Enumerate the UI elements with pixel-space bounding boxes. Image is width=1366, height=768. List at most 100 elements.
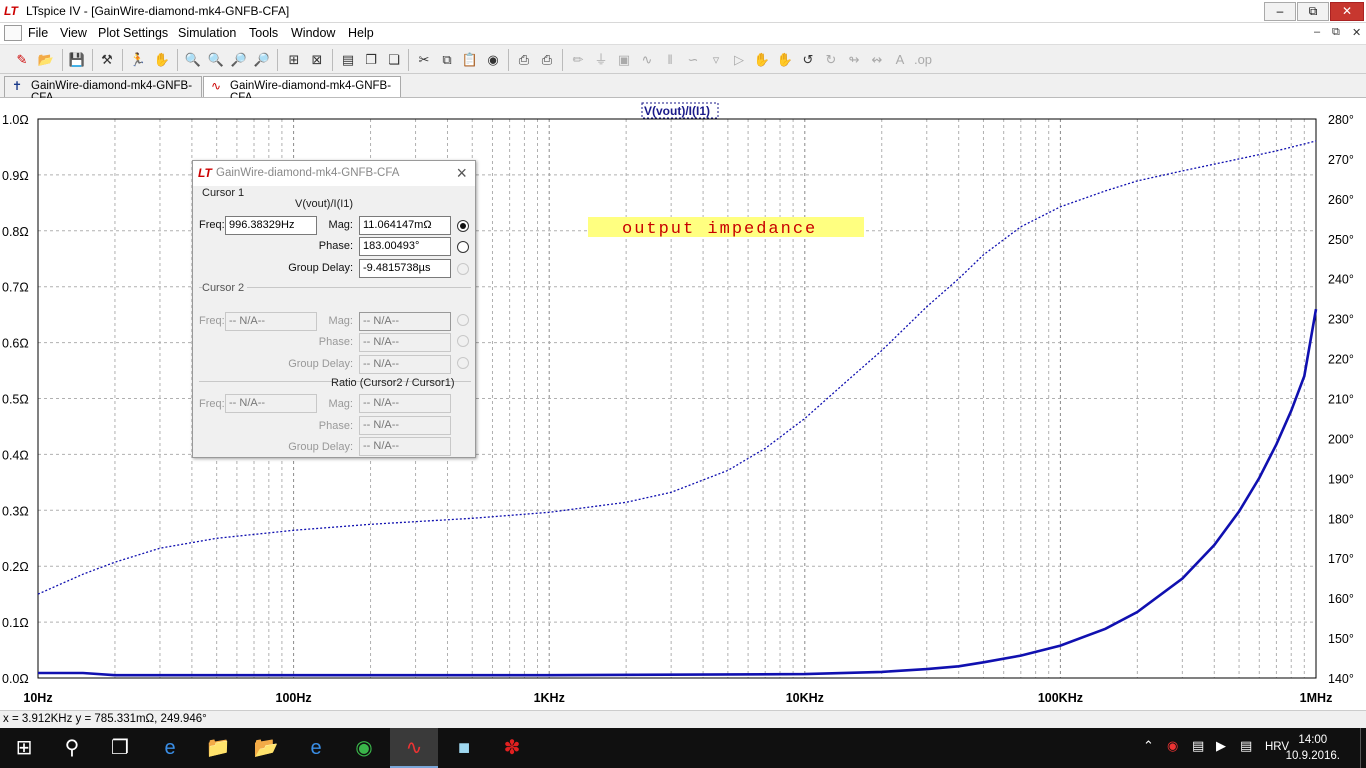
- ground-icon[interactable]: ⏚: [591, 50, 611, 70]
- fit-icon[interactable]: ⊠: [307, 50, 327, 70]
- rotate-icon[interactable]: ↬: [844, 50, 864, 70]
- dialog-title-bar[interactable]: LT GainWire-diamond-mk4-GNFB-CFA ×: [193, 161, 475, 186]
- copy-icon[interactable]: ⧉: [437, 50, 457, 70]
- menu-simulation[interactable]: Simulation: [178, 26, 236, 40]
- trace-label[interactable]: V(vout)/I(I1): [644, 104, 710, 118]
- red-app-icon[interactable]: ✽: [488, 728, 536, 768]
- tray-notifications-icon[interactable]: ▤: [1240, 738, 1252, 754]
- toolbar: ✎ 📂 💾 ⚒ 🏃 ✋ 🔍 🔍 🔎 🔎 ⊞ ⊠ ▤ ❐ ❏ ✂ ⧉ 📋 ◉ ⎙ …: [0, 44, 1366, 74]
- cursor2-phase-radio[interactable]: [457, 335, 469, 347]
- internet-explorer-icon[interactable]: e: [292, 728, 340, 768]
- file-explorer-icon[interactable]: 📁: [194, 728, 242, 768]
- waveform-plot-pane[interactable]: 0.0Ω 0.1Ω 0.2Ω 0.3Ω 0.4Ω 0.5Ω 0.6Ω 0.7Ω 0.8Ω 0.9Ω…: [0, 98, 1366, 710]
- cursor1-phase-radio[interactable]: [457, 241, 469, 253]
- y-right-tick-label: 200°: [1328, 432, 1354, 446]
- print-icon[interactable]: ⎙: [537, 50, 557, 70]
- autorange-icon[interactable]: ⊞: [284, 50, 304, 70]
- menu-help[interactable]: Help: [348, 26, 374, 40]
- redo-icon[interactable]: ↻: [821, 50, 841, 70]
- menu-window[interactable]: Window: [291, 26, 335, 40]
- cursor2-phase-field[interactable]: -- N/A--: [359, 333, 451, 352]
- control-panel-hammer-icon[interactable]: ⚒: [97, 50, 117, 70]
- wire-icon[interactable]: ✏: [568, 50, 588, 70]
- cursor1-group-delay-field[interactable]: -9.4815738µs: [359, 259, 451, 278]
- tray-volume-icon[interactable]: ▶: [1216, 738, 1226, 754]
- ratio-mag-field[interactable]: -- N/A--: [359, 394, 451, 413]
- folder-app-icon[interactable]: 📂: [242, 728, 290, 768]
- open-folder-icon[interactable]: 📂: [36, 50, 56, 70]
- cut-icon[interactable]: ✂: [414, 50, 434, 70]
- glass-app-icon[interactable]: ■: [440, 728, 488, 768]
- mirror-icon[interactable]: ↭: [867, 50, 887, 70]
- toolbar-separator: [122, 49, 123, 71]
- zoom-out-icon[interactable]: 🔎: [229, 50, 249, 70]
- maximize-button[interactable]: ⧉: [1297, 2, 1329, 21]
- cursor1-expression: V(vout)/I(I1): [295, 198, 354, 210]
- tray-network-icon[interactable]: ▤: [1192, 738, 1204, 754]
- tab-schematic[interactable]: ✝ GainWire-diamond-mk4-GNFB-CFA: [4, 76, 202, 104]
- undo-icon[interactable]: ↺: [798, 50, 818, 70]
- annotation-text[interactable]: output impedance: [622, 220, 817, 239]
- green-app-icon[interactable]: ◉: [340, 728, 388, 768]
- cursor1-mag-radio[interactable]: [457, 220, 469, 232]
- move-hand-icon[interactable]: ✋: [752, 50, 772, 70]
- zoom-in-icon[interactable]: 🔍: [183, 50, 203, 70]
- spice-directive-icon[interactable]: .op: [913, 50, 933, 70]
- dialog-close-icon[interactable]: ×: [456, 163, 467, 184]
- cursor1-phase-field[interactable]: 183.00493°: [359, 237, 451, 256]
- inductor-icon[interactable]: ∽: [683, 50, 703, 70]
- menu-tools[interactable]: Tools: [249, 26, 278, 40]
- menu-plot-settings[interactable]: Plot Settings: [98, 26, 168, 40]
- cursor2-mag-radio[interactable]: [457, 314, 469, 326]
- cursor1-group-delay-radio[interactable]: [457, 263, 469, 275]
- mdi-close-button[interactable]: ✕: [1352, 26, 1361, 39]
- cursor1-mag-field[interactable]: 11.064147mΩ: [359, 216, 451, 235]
- menu-view[interactable]: View: [60, 26, 87, 40]
- task-view-icon[interactable]: ❐: [96, 728, 144, 768]
- search-icon[interactable]: ⚲: [48, 728, 96, 768]
- drag-hand-icon[interactable]: ✋: [775, 50, 795, 70]
- pan-icon[interactable]: 🔍: [206, 50, 226, 70]
- component-icon[interactable]: ▷: [729, 50, 749, 70]
- tile-horizontal-icon[interactable]: ▤: [338, 50, 358, 70]
- menu-file[interactable]: File: [28, 26, 48, 40]
- zoom-full-icon[interactable]: 🔎: [252, 50, 272, 70]
- cursor2-group-delay-field[interactable]: -- N/A--: [359, 355, 451, 374]
- tab-waveform[interactable]: ∿ GainWire-diamond-mk4-GNFB-CFA: [203, 76, 401, 104]
- cursor2-mag-field[interactable]: -- N/A--: [359, 312, 451, 331]
- tray-acrobat-icon[interactable]: ◉: [1167, 738, 1178, 754]
- diode-icon[interactable]: ▿: [706, 50, 726, 70]
- cursor-readout-dialog[interactable]: LT GainWire-diamond-mk4-GNFB-CFA × Curso…: [192, 160, 476, 458]
- schematic-icon: ✝: [12, 79, 23, 93]
- halt-hand-icon[interactable]: ✋: [152, 50, 172, 70]
- y-right-tick-label: 260°: [1328, 193, 1354, 207]
- label-net-icon[interactable]: ▣: [614, 50, 634, 70]
- text-icon[interactable]: A: [890, 50, 910, 70]
- tile-vertical-icon[interactable]: ❏: [384, 50, 404, 70]
- mdi-restore-button[interactable]: ⧉: [1332, 26, 1340, 39]
- show-desktop-button[interactable]: [1360, 728, 1366, 768]
- ratio-group-delay-field[interactable]: -- N/A--: [359, 437, 451, 456]
- close-button[interactable]: ✕: [1330, 2, 1364, 21]
- find-binoculars-icon[interactable]: ◉: [483, 50, 503, 70]
- resistor-icon[interactable]: ∿: [637, 50, 657, 70]
- print-preview-icon[interactable]: ⎙: [514, 50, 534, 70]
- mdi-minimize-button[interactable]: –: [1314, 26, 1320, 38]
- waveform-window-icon[interactable]: [4, 25, 22, 41]
- minimize-button[interactable]: –: [1264, 2, 1296, 21]
- edge-browser-icon[interactable]: e: [146, 728, 194, 768]
- run-icon[interactable]: 🏃: [128, 50, 148, 70]
- y-left-tick-label: 0.6Ω: [2, 337, 29, 351]
- cascade-icon[interactable]: ❐: [361, 50, 381, 70]
- tray-clock[interactable]: 14:00 10.9.2016.: [1286, 732, 1340, 764]
- ltspice-taskbar-icon[interactable]: ∿: [390, 728, 438, 768]
- save-icon[interactable]: 💾: [67, 50, 87, 70]
- mag-label: Mag:: [328, 219, 353, 231]
- capacitor-icon[interactable]: ‖: [660, 50, 680, 70]
- ratio-phase-field[interactable]: -- N/A--: [359, 416, 451, 435]
- paste-icon[interactable]: 📋: [460, 50, 480, 70]
- cursor2-group-delay-radio[interactable]: [457, 357, 469, 369]
- new-schematic-icon[interactable]: ✎: [12, 50, 32, 70]
- show-hidden-icons-icon[interactable]: ⌃: [1143, 738, 1154, 754]
- start-windows-icon[interactable]: ⊞: [0, 728, 48, 768]
